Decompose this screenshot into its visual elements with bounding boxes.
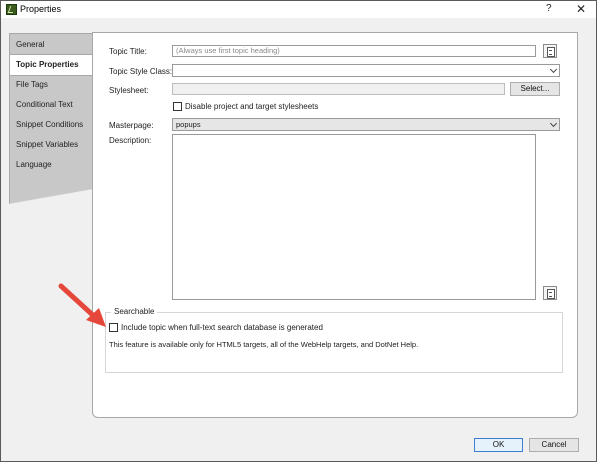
topic-style-class-select[interactable] [172,64,560,77]
topic-title-edit-button[interactable] [543,44,557,58]
disable-stylesheets-checkbox[interactable] [173,102,182,111]
tab-file-tags[interactable]: File Tags [10,75,94,95]
topic-title-input[interactable]: (Always use first topic heading) [172,45,536,57]
ok-button[interactable]: OK [474,438,523,452]
masterpage-label: Masterpage: [109,121,154,130]
include-in-search-label: Include topic when full-text search data… [121,323,323,332]
help-button[interactable]: ? [546,3,552,14]
window-title: Properties [20,4,62,14]
edit-document-icon [547,47,555,57]
description-edit-button[interactable] [543,286,557,300]
description-label: Description: [109,136,152,145]
stylesheet-label: Stylesheet: [109,86,149,95]
tab-list: General Topic Properties File Tags Condi… [9,33,96,212]
tab-language[interactable]: Language [10,155,94,175]
description-textarea[interactable] [172,134,536,300]
tab-topic-properties[interactable]: Topic Properties [10,54,96,76]
cancel-button[interactable]: Cancel [529,438,579,452]
close-button[interactable]: ✕ [576,2,586,16]
searchable-note: This feature is available only for HTML5… [109,340,419,349]
stylesheet-input[interactable] [172,83,505,95]
tab-conditional-text[interactable]: Conditional Text [10,95,94,115]
tab-snippet-variables[interactable]: Snippet Variables [10,135,94,155]
topic-title-label: Topic Title: [109,47,147,56]
tab-general[interactable]: General [10,35,94,55]
title-bar: Properties ? ✕ [1,1,596,18]
masterpage-select[interactable]: popups [172,118,560,131]
tab-snippet-conditions[interactable]: Snippet Conditions [10,115,94,135]
disable-stylesheets-label: Disable project and target stylesheets [185,102,319,111]
app-logo-icon [6,4,17,15]
searchable-group-title: Searchable [111,307,158,316]
edit-document-icon [547,289,555,299]
include-in-search-checkbox[interactable] [109,323,118,332]
select-stylesheet-button[interactable]: Select... [510,82,560,96]
topic-style-class-label: Topic Style Class: [109,67,173,76]
